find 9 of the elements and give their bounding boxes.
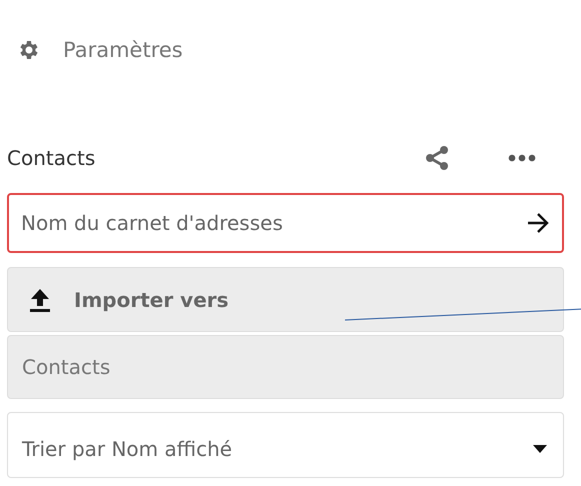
- settings-link[interactable]: Paramètres: [63, 38, 183, 62]
- address-book-title: Contacts: [7, 146, 96, 170]
- import-button[interactable]: Importer vers: [7, 267, 564, 332]
- sort-dropdown[interactable]: Trier par Nom affiché: [7, 412, 564, 478]
- caret-icon: [533, 445, 547, 453]
- upload-icon: [28, 286, 52, 312]
- address-book-name-field[interactable]: Nom du carnet d'adresses: [7, 193, 564, 253]
- more-icon[interactable]: [508, 154, 536, 162]
- arrow-right-icon[interactable]: [526, 211, 550, 235]
